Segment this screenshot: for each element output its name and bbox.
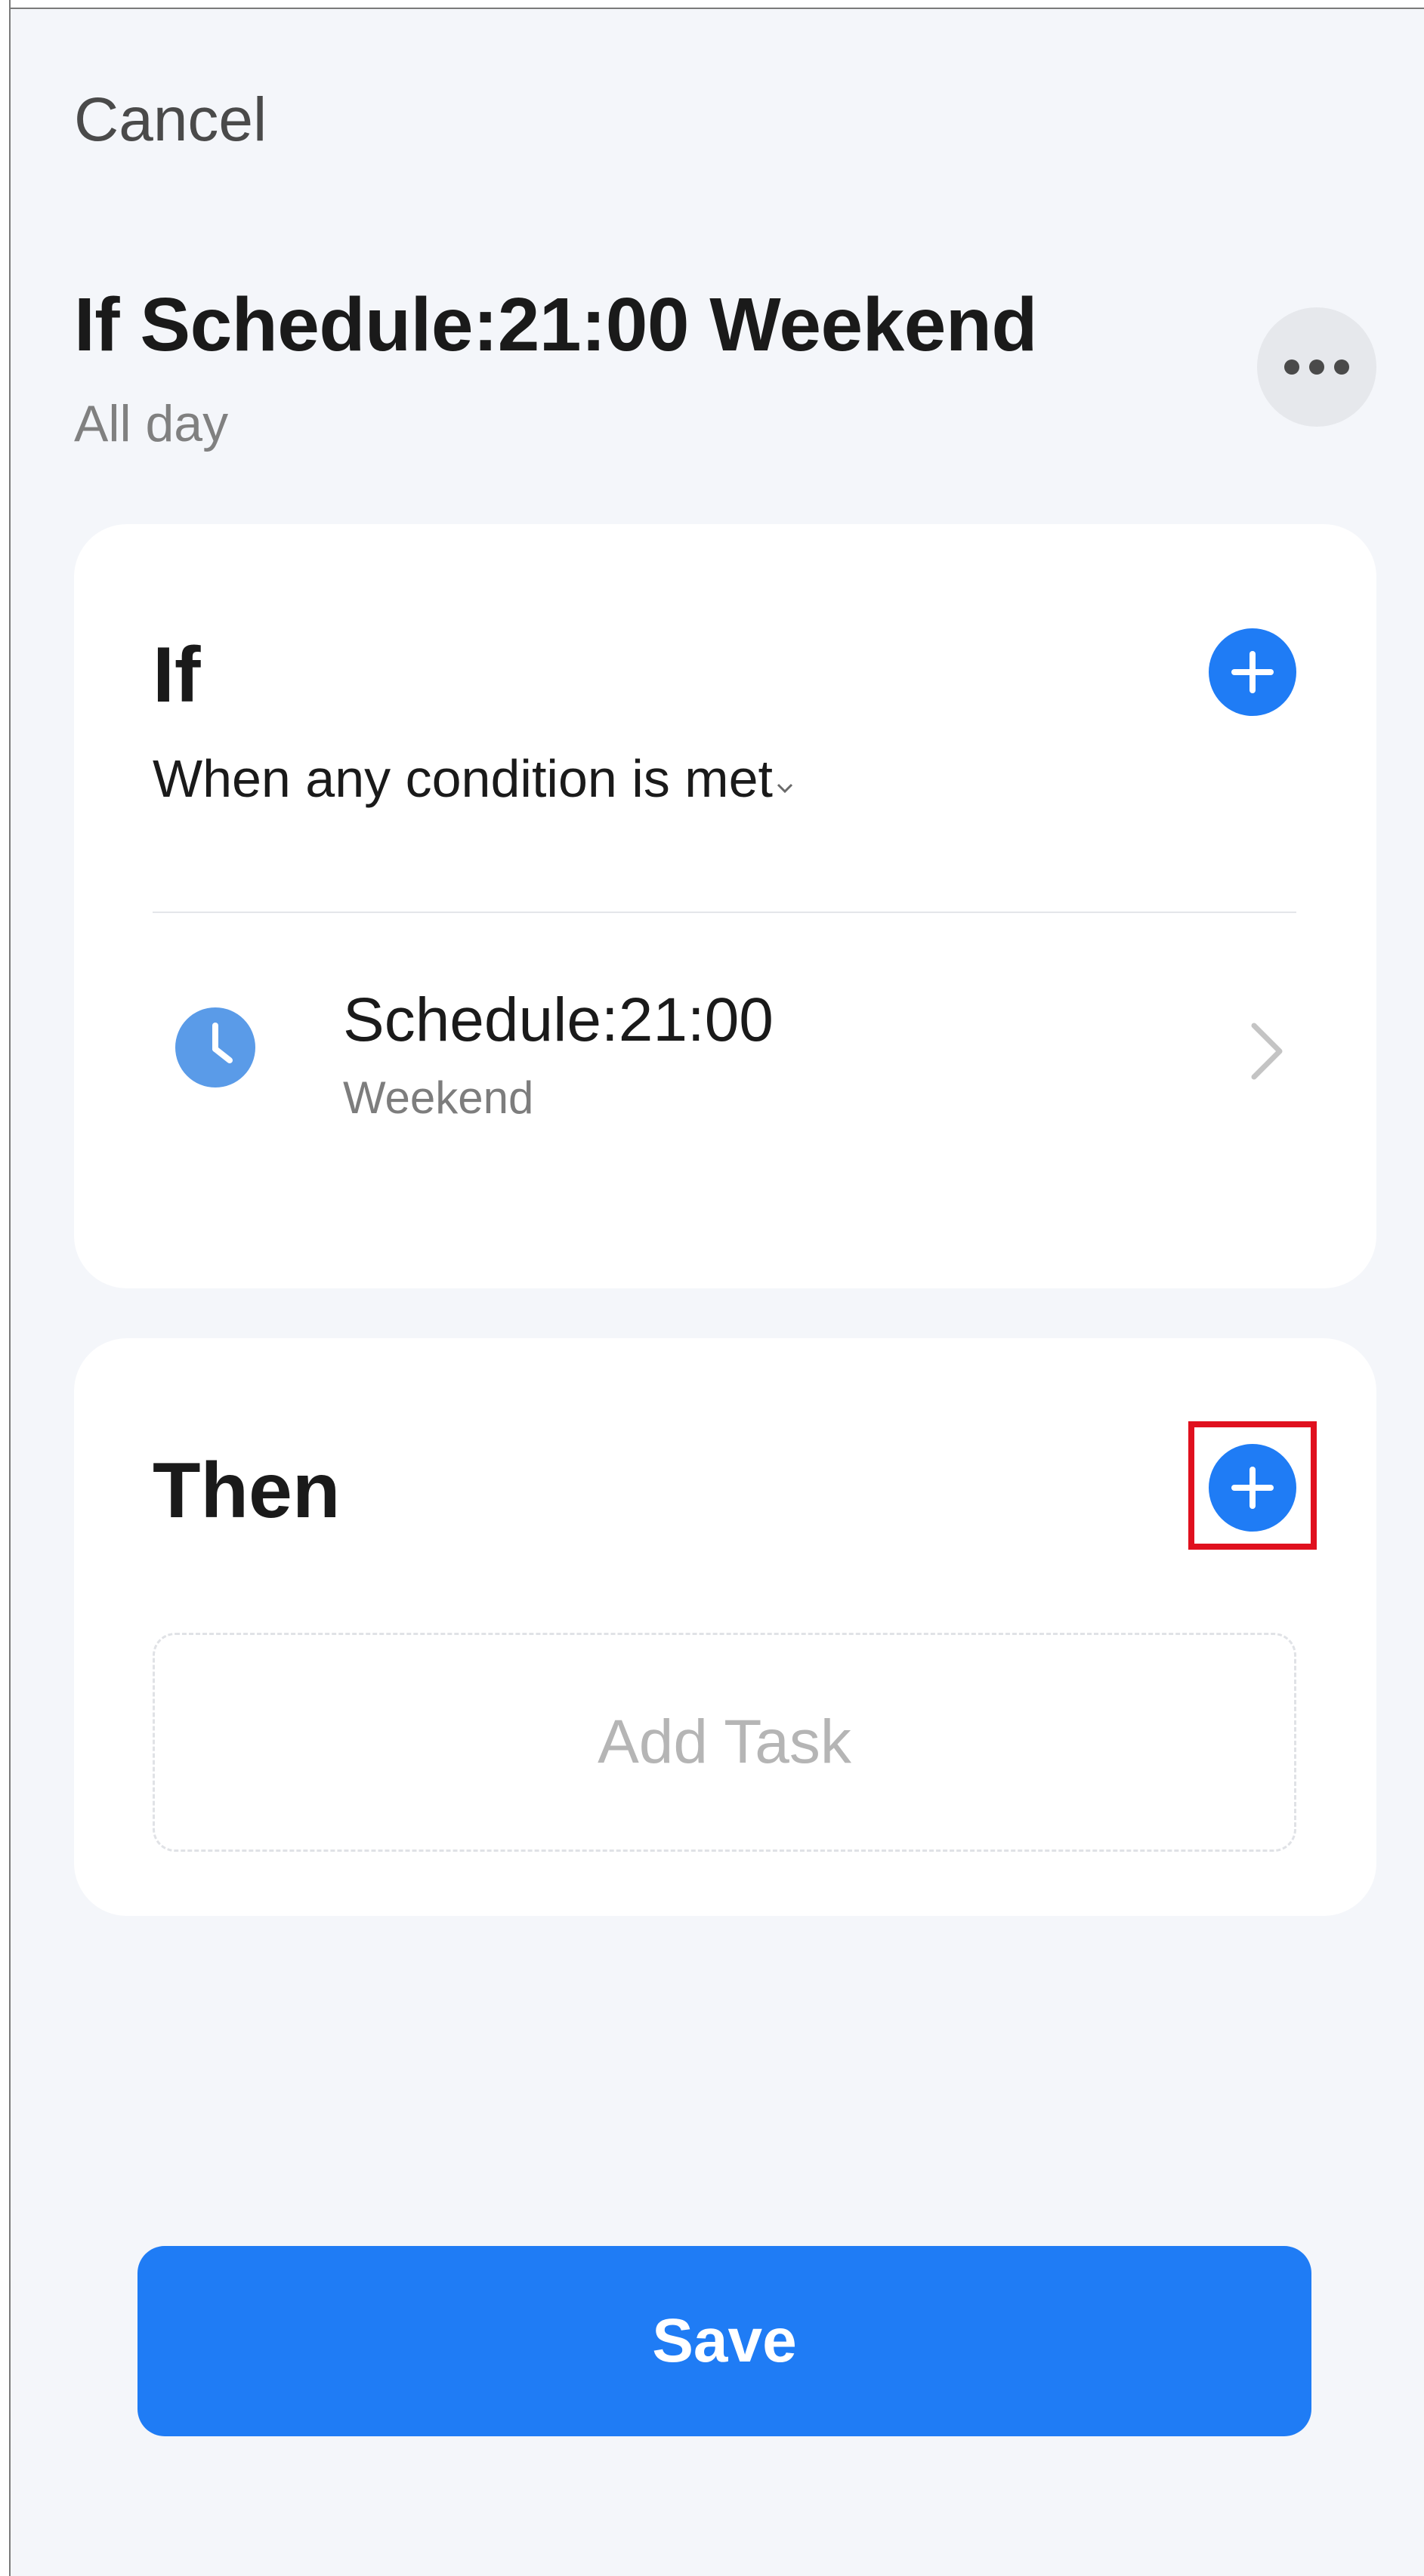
then-card: Then Add Task [74, 1338, 1376, 1916]
chevron-right-icon [1251, 1023, 1283, 1080]
window-frame-left [0, 0, 11, 2576]
highlight-box [1188, 1421, 1317, 1550]
divider [153, 912, 1296, 913]
plus-icon [1231, 651, 1274, 693]
cancel-button[interactable]: Cancel [74, 89, 267, 151]
page-subtitle: All day [74, 395, 229, 452]
then-heading: Then [153, 1447, 341, 1535]
more-options-button[interactable] [1257, 307, 1376, 427]
condition-mode-label: When any condition is met [153, 749, 773, 808]
if-card: If When any condition is met Schedule:21… [74, 524, 1376, 1288]
add-task-button[interactable]: Add Task [153, 1633, 1296, 1852]
clock-icon [175, 1007, 255, 1087]
chevron-down-icon [777, 783, 793, 794]
more-horizontal-icon [1284, 359, 1349, 375]
condition-item[interactable]: Schedule:21:00 Weekend [153, 977, 1296, 1158]
if-heading: If [153, 631, 201, 719]
condition-subtitle: Weekend [343, 1072, 534, 1123]
add-condition-button[interactable] [1209, 628, 1296, 716]
condition-title: Schedule:21:00 [343, 986, 774, 1054]
page-title: If Schedule:21:00 Weekend [74, 282, 1038, 367]
save-button[interactable]: Save [137, 2246, 1311, 2436]
window-frame-top [0, 0, 1424, 9]
condition-mode-dropdown[interactable]: When any condition is met [153, 752, 794, 805]
